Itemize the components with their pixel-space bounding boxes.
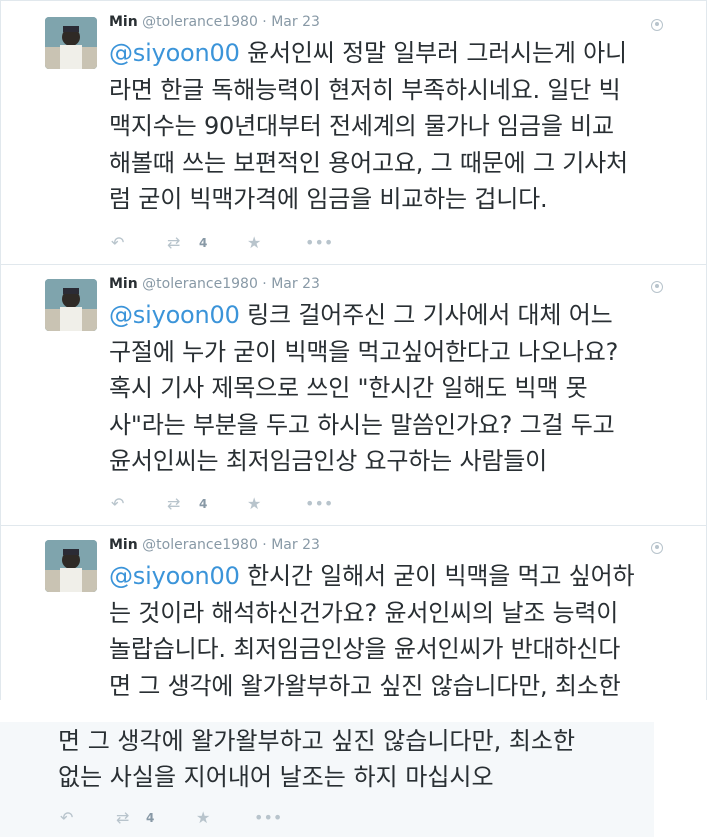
star-icon[interactable]: ★ [247, 233, 261, 253]
globe-icon [651, 19, 663, 31]
retweet-icon[interactable]: ⇄ [167, 233, 180, 253]
tweet-text: @siyoon00 한시간 일해서 굳이 빅맥을 먹고 싶어하 는 것이라 해석… [109, 562, 635, 700]
tweet-header: Min @tolerance1980 · Mar 23 [109, 14, 320, 30]
retweet-count: 4 [146, 811, 155, 825]
tweet-text: @siyoon00 링크 걸어주신 그 기사에서 대체 어느 구절에 누가 굳이… [109, 301, 619, 475]
tweet-meta[interactable]: @tolerance1980 · Mar 23 [142, 276, 320, 292]
more-icon[interactable]: ••• [305, 494, 333, 514]
retweet-icon[interactable]: ⇄ [116, 808, 129, 828]
retweet-count: 4 [199, 497, 208, 511]
tweet-header: Min @tolerance1980 · Mar 23 [109, 276, 320, 292]
tweet-meta[interactable]: @tolerance1980 · Mar 23 [142, 537, 320, 553]
retweet-icon[interactable]: ⇄ [167, 494, 180, 514]
avatar[interactable] [45, 279, 97, 331]
mention-link[interactable]: @siyoon00 [109, 562, 240, 590]
tweet-header: Min @tolerance1980 · Mar 23 [109, 537, 320, 553]
avatar[interactable] [45, 17, 97, 69]
tweet-meta[interactable]: @tolerance1980 · Mar 23 [142, 14, 320, 30]
retweet-count: 4 [199, 236, 208, 250]
mention-link[interactable]: @siyoon00 [109, 39, 240, 67]
continuation-line: 면 그 생각에 왈가왈부하고 싶진 않습니다만, 최소한 [58, 727, 576, 755]
reply-icon[interactable]: ↶ [60, 808, 73, 828]
more-icon[interactable]: ••• [254, 808, 282, 828]
continuation-line: 없는 사실을 지어내어 날조는 하지 마십시오 [58, 763, 494, 791]
display-name[interactable]: Min [109, 276, 138, 292]
more-icon[interactable]: ••• [305, 233, 333, 253]
globe-icon [651, 542, 663, 554]
reply-icon[interactable]: ↶ [111, 494, 124, 514]
star-icon[interactable]: ★ [247, 494, 261, 514]
mention-link[interactable]: @siyoon00 [109, 301, 240, 329]
continuation-panel: 면 그 생각에 왈가왈부하고 싶진 않습니다만, 최소한 없는 사실을 지어내어… [0, 722, 654, 837]
continuation-crop: 면 그 생각에 왈가왈부하고 싶진 않습니다만, 최소한 없는 사실을 지어내어… [0, 700, 711, 837]
tweet[interactable]: Min @tolerance1980 · Mar 23 @siyoon00 링크… [0, 264, 707, 526]
tweet[interactable]: Min @tolerance1980 · Mar 23 @siyoon00 윤서… [0, 0, 707, 265]
display-name[interactable]: Min [109, 14, 138, 30]
reply-icon[interactable]: ↶ [111, 233, 124, 253]
tweet-text: @siyoon00 윤서인씨 정말 일부러 그러시는게 아니 라면 한글 독해능… [109, 39, 628, 213]
display-name[interactable]: Min [109, 537, 138, 553]
globe-icon [651, 281, 663, 293]
tweet[interactable]: Min @tolerance1980 · Mar 23 @siyoon00 한시… [0, 525, 707, 701]
avatar[interactable] [45, 540, 97, 592]
star-icon[interactable]: ★ [196, 808, 210, 828]
